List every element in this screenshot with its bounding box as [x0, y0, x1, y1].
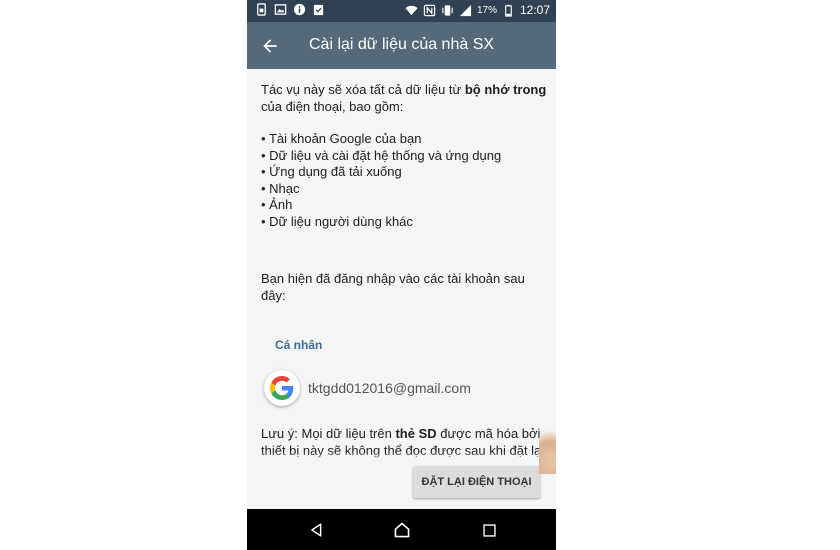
intro-text: Tác vụ này sẽ xóa tất cả dữ liệu từ bộ n…	[261, 81, 548, 115]
sim-icon	[255, 3, 268, 16]
note-text-pre: Lưu ý: Mọi dữ liệu trên	[261, 426, 396, 441]
list-item: Tài khoản Google của bạn	[261, 131, 548, 148]
image-icon	[274, 3, 287, 16]
data-items-list: Tài khoản Google của bạn Dữ liệu và cài …	[261, 131, 548, 230]
list-item: Dữ liệu và cài đặt hệ thống và ứng dụng	[261, 148, 548, 165]
reset-phone-button[interactable]: ĐẶT LẠI ĐIỆN THOẠI	[413, 466, 540, 498]
nav-home-icon	[394, 522, 410, 538]
nav-back-button[interactable]	[306, 519, 328, 541]
list-item: Nhạc	[261, 181, 548, 198]
phone-screen: 17% 12:07 Cài lại dữ liệu của nhà SX Tác…	[247, 0, 556, 550]
nav-back-icon	[311, 523, 322, 537]
page-title: Cài lại dữ liệu của nhà SX	[309, 36, 495, 53]
status-bar: 17% 12:07	[247, 0, 556, 22]
navigation-bar	[247, 509, 556, 550]
list-item: Dữ liệu người dùng khác	[261, 214, 548, 231]
google-logo-icon	[264, 370, 300, 406]
intro-text-pre: Tác vụ này sẽ xóa tất cả dữ liệu từ	[261, 82, 465, 97]
account-row: tktgdd012016@gmail.com	[261, 370, 548, 406]
account-email: tktgdd012016@gmail.com	[308, 379, 471, 396]
signed-in-text: Bạn hiện đã đăng nhập vào các tài khoản …	[261, 271, 525, 303]
signal-icon	[459, 4, 472, 17]
finger-hint	[539, 430, 556, 474]
section-header-personal: Cá nhân	[275, 338, 323, 352]
battery-icon	[502, 4, 515, 17]
app-bar: Cài lại dữ liệu của nhà SX	[247, 22, 556, 69]
status-icons-right: 17% 12:07	[405, 3, 550, 17]
clipboard-check-icon	[312, 3, 325, 16]
status-icons-left	[255, 3, 325, 16]
nav-home-button[interactable]	[391, 519, 413, 541]
content-scroll-area[interactable]: Tác vụ này sẽ xóa tất cả dữ liệu từ bộ n…	[261, 81, 548, 461]
intro-text-post: của điện thoại, bao gồm:	[261, 99, 404, 114]
vibrate-icon	[441, 4, 454, 17]
intro-text-bold: bộ nhớ trong	[464, 82, 547, 97]
arrow-back-icon	[263, 39, 277, 53]
list-item: Ảnh	[261, 197, 548, 214]
nav-recents-icon	[482, 523, 496, 537]
list-item: Ứng dụng đã tải xuống	[261, 164, 548, 181]
note-text-bold: thẻ SD	[395, 426, 437, 441]
back-button[interactable]	[257, 33, 283, 59]
nav-recents-button[interactable]	[478, 519, 500, 541]
info-icon	[293, 3, 306, 16]
status-clock: 12:07	[519, 3, 550, 17]
nfc-icon	[423, 4, 436, 17]
scroll-fade	[247, 452, 556, 462]
battery-percent: 17%	[476, 4, 497, 16]
wifi-icon	[405, 4, 418, 17]
